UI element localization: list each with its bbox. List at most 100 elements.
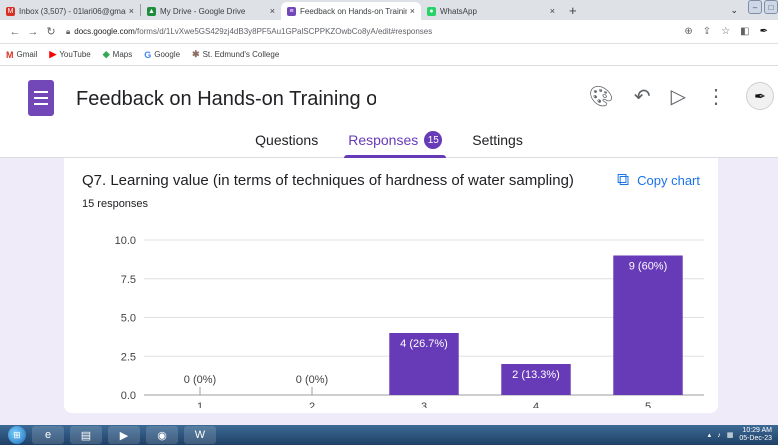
network-icon[interactable]: ▦ [727,431,734,439]
gmail-icon: M [6,6,15,16]
maps-icon: ◆ [102,49,110,59]
bar [613,255,683,395]
copy-chart-label: Copy chart [637,172,700,188]
form-tabs: Questions Responses 15 Settings [0,131,778,158]
bar-data-label: 2 (13.3%) [512,369,560,381]
question-summary-card: Q7. Learning value (in terms of techniqu… [64,158,718,413]
y-tick-label: 2.5 [121,351,136,363]
volume-icon[interactable]: ♪ [717,432,721,439]
drive-icon: ▲ [147,6,156,16]
url-field[interactable]: 🔒︎ docs.google.com/forms/d/1LvXwe5GS429z… [60,23,684,40]
bar-data-label: 0 (0%) [184,374,216,386]
tab-search-icon[interactable]: ⌄ [730,5,738,16]
x-tick-label: 3 [421,401,427,408]
clock-date: 05-Dec-23 [739,435,772,442]
clock[interactable]: 10:29 AM 05-Dec-23 [739,427,772,443]
google-icon: G [144,49,152,60]
maximize-icon[interactable]: □ [764,0,778,14]
undo-icon[interactable]: ↶ [634,84,651,109]
bookmark-label: Maps [112,50,133,59]
close-tab-icon[interactable]: × [270,6,275,16]
word-taskbar-icon[interactable]: W [184,426,216,444]
bar-data-label: 0 (0%) [296,374,328,386]
tab-settings[interactable]: Settings [468,132,527,158]
side-panel-icon[interactable]: ◧ [740,26,749,37]
browser-tab[interactable]: ≡ Feedback on Hands-on Training × [281,2,421,20]
gmail-icon: M [6,49,14,60]
profile-icon[interactable]: ✒ [760,26,768,37]
bar-data-label: 9 (60%) [629,261,668,273]
forms-icon: ≡ [287,6,296,16]
start-button[interactable]: ⊞ [8,426,26,444]
x-tick-label: 2 [309,401,315,408]
close-tab-icon[interactable]: × [129,6,134,16]
tab-settings-label: Settings [472,132,523,148]
youtube-icon: ▶ [49,49,57,59]
whatsapp-icon: ● [427,6,436,16]
college-icon: ✱ [192,49,200,59]
tab-questions-label: Questions [255,132,319,148]
bookmark-item[interactable]: M Gmail [6,50,37,60]
browser-tab-title: My Drive - Google Drive [160,6,246,16]
copy-chart-button[interactable]: ⧉ Copy chart [617,170,700,190]
windows-taskbar: ⊞ e ▤ ▶ ◉ W ▴ ♪ ▦ 10:29 AM 05-Dec-23 [0,425,778,445]
bookmark-label: Gmail [16,50,38,59]
bar-data-label: 4 (26.7%) [400,338,448,350]
browser-tab[interactable]: ▲ My Drive - Google Drive × [141,2,281,20]
tab-responses-label: Responses [348,132,419,148]
lock-icon: 🔒︎ [66,26,71,36]
x-tick-label: 1 [197,401,203,408]
bookmark-star-icon[interactable]: ☆ [721,26,730,37]
tab-responses[interactable]: Responses 15 [344,131,447,158]
avatar[interactable]: ✒ [746,82,774,110]
y-tick-label: 10.0 [115,235,136,247]
browser-tab-title: WhatsApp [440,6,477,16]
ie-taskbar-icon[interactable]: e [32,426,64,444]
bookmark-label: YouTube [59,50,91,59]
close-tab-icon[interactable]: × [550,6,555,16]
bookmark-item[interactable]: ▶ YouTube [49,49,90,60]
system-tray: ▴ ♪ ▦ 10:29 AM 05-Dec-23 [708,427,778,443]
forms-header: Feedback on Hands-on Training on Determi… [0,66,778,158]
bookmark-label: Google [154,50,181,59]
chrome-taskbar-icon[interactable]: ◉ [146,426,178,444]
y-tick-label: 5.0 [121,313,136,325]
y-tick-label: 7.5 [121,274,136,286]
media-taskbar-icon[interactable]: ▶ [108,426,140,444]
url-path: /forms/d/1LvXwe5GS429zj4dB3y8PF5Au1GPalS… [134,27,433,36]
bookmark-item[interactable]: ◆ Maps [103,49,132,60]
form-title[interactable]: Feedback on Hands-on Training on Determi… [76,88,376,111]
browser-tab-strip: M Inbox (3,507) - 01lari06@gmail.c × ▲ My Dr… [0,0,778,20]
bookmark-label: St. Edmund's College [202,50,280,59]
x-tick-label: 5 [645,401,651,408]
tray-arrow-icon[interactable]: ▴ [708,431,712,439]
address-bar: ← → ↻ 🔒︎ docs.google.com/forms/d/1LvXwe5… [0,20,778,44]
forms-logo-icon[interactable] [28,80,54,116]
close-tab-icon[interactable]: × [410,6,415,16]
zoom-icon[interactable]: ⊕ [684,26,692,37]
bookmark-item[interactable]: G Google [144,50,180,60]
response-count: 15 responses [82,198,149,210]
back-icon[interactable]: ← [6,26,24,38]
forward-icon[interactable]: → [24,26,42,38]
browser-tab[interactable]: ● WhatsApp × [421,2,561,20]
y-tick-label: 0.0 [121,390,136,402]
url-domain: docs.google.com [74,27,135,36]
new-tab-button[interactable]: + [569,3,577,18]
more-vert-icon[interactable]: ⋮ [706,84,726,109]
browser-tab[interactable]: M Inbox (3,507) - 01lari06@gmail.c × [0,2,140,20]
browser-tab-title: Inbox (3,507) - 01lari06@gmail.c [19,6,126,16]
bookmark-item[interactable]: ✱ St. Edmund's College [192,49,279,60]
tab-questions[interactable]: Questions [251,132,322,158]
send-icon[interactable]: ▷ [671,84,686,109]
window-controls: – □ [748,0,778,14]
response-count-badge: 15 [424,131,443,149]
share-icon[interactable]: ⇪ [703,26,711,37]
bar-chart: 0.0 2.5 5.0 7.5 10.0 0 (0%) 1 0 (0%) 2 4 (26.7%) 3… [115,235,704,408]
minimize-icon[interactable]: – [748,0,762,14]
explorer-taskbar-icon[interactable]: ▤ [70,426,102,444]
reload-icon[interactable]: ↻ [42,25,60,38]
copy-icon: ⧉ [616,170,630,189]
question-title: Q7. Learning value (in terms of techniqu… [82,172,574,189]
palette-icon[interactable]: 🎨︎ [588,84,613,109]
